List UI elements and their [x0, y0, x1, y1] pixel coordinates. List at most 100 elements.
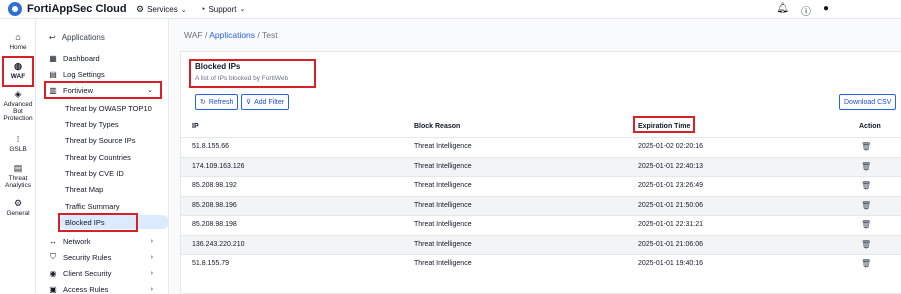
cell-block-reason: Threat Intelligence: [414, 162, 472, 170]
chevron-right-icon: ›: [150, 253, 153, 261]
column-header-block-reason[interactable]: Block Reason: [414, 123, 460, 130]
trash-icon[interactable]: 🗑︎: [861, 259, 871, 268]
brand-name: FortiAppSec Cloud: [27, 3, 127, 15]
support-menu[interactable]: ◔ Support ⌄: [200, 4, 245, 14]
fortiappsec-logo-icon: [8, 2, 22, 16]
cell-ip: 51.8.155.66: [192, 143, 229, 150]
rail-item-gslb[interactable]: ⁝ GSLB: [0, 134, 36, 153]
arrow-left-icon: ↩: [49, 33, 56, 42]
breadcrumb-applications-link[interactable]: Applications: [209, 30, 255, 40]
home-icon: ⌂: [15, 32, 21, 42]
breadcrumb-root[interactable]: WAF: [184, 30, 203, 40]
add-filter-button[interactable]: ⊽ Add Filter: [241, 94, 290, 110]
sidebar-item-fortiview[interactable]: ▥ Fortiview ⌄: [49, 83, 167, 97]
column-header-ip[interactable]: IP: [192, 123, 199, 130]
cell-expiration-time: 2025-01-01 21:50:06: [638, 201, 703, 209]
table-row: 85.208.98.192 Threat Intelligence 2025-01-…: [181, 176, 901, 196]
trash-icon[interactable]: 🗑︎: [861, 181, 871, 190]
help-icon[interactable]: ⓘ: [801, 3, 811, 18]
rail-item-bot-protection[interactable]: ◈ Advanced Bot Protection: [0, 89, 36, 123]
rail-item-threat-analytics[interactable]: ▤ Threat Analytics: [0, 163, 36, 190]
cell-block-reason: Threat Intelligence: [414, 221, 472, 228]
table-header: IP Block Reason Expiration Time Action: [181, 119, 901, 135]
sidebar-sub-label: Threat by Countries: [65, 152, 131, 162]
top-bar: FortiAppSec Cloud ⚙ Services ⌄ ◔ Support…: [0, 0, 901, 19]
lock-icon: ▣: [49, 284, 57, 294]
sidebar-item-network[interactable]: ↔ Network ›: [49, 234, 167, 248]
bot-icon: ◈: [14, 89, 22, 99]
rail-label: Advanced Bot Protection: [3, 100, 33, 123]
rail-item-home[interactable]: ⌂ Home: [0, 32, 36, 51]
column-header-action: Action: [859, 123, 881, 130]
left-rail: ⌂ Home ◍ WAF ◈ Advanced Bot Protection ⁝…: [0, 19, 36, 294]
table-row: 85.208.98.196 Threat Intelligence 2025-01-…: [181, 195, 901, 215]
sidebar-sub-types[interactable]: Threat by Types: [65, 117, 165, 131]
dashboard-icon: ▦: [49, 53, 57, 63]
refresh-button[interactable]: ↻ Refresh: [195, 94, 239, 110]
sidebar-item-label: Network: [63, 236, 91, 246]
cell-block-reason: Threat Intelligence: [414, 182, 472, 189]
services-icon: ⚙: [136, 4, 145, 14]
rail-label: Threat Analytics: [4, 174, 31, 190]
log-icon: ▤: [49, 69, 57, 79]
sidebar-item-client-security[interactable]: ◉ Client Security ›: [49, 266, 167, 280]
sidebar-sub-traffic-summary[interactable]: Traffic Summary: [65, 199, 165, 213]
cell-expiration-time: 2025-01-01 22:40:13: [638, 162, 703, 170]
download-csv-button[interactable]: Download CSV: [839, 94, 897, 110]
trash-icon[interactable]: 🗑︎: [861, 162, 871, 171]
sidebar-sub-source-ips[interactable]: Threat by Source IPs: [65, 133, 165, 147]
cell-ip: 51.8.155.79: [192, 260, 229, 267]
chevron-down-icon: ⌄: [180, 6, 187, 14]
trash-icon[interactable]: 🗑︎: [861, 142, 871, 151]
support-icon: ◔: [200, 4, 206, 14]
filter-icon: ⊽: [246, 99, 252, 106]
sidebar-item-label: Security Rules: [63, 252, 112, 262]
cell-expiration-time: 2025-01-01 19:40:16: [638, 260, 703, 267]
page-title: Blocked IPs: [195, 62, 241, 71]
chevron-right-icon: ›: [150, 237, 153, 245]
sidebar-sub-blocked-ips[interactable]: Blocked IPs: [59, 215, 169, 229]
user-icon[interactable]: ●: [823, 3, 829, 18]
sidebar-sub-countries[interactable]: Threat by Countries: [65, 150, 165, 164]
sidebar-item-label: Fortiview: [63, 85, 94, 95]
cell-expiration-time: 2025-01-01 22:31:21: [638, 221, 703, 228]
sidebar-item-security-rules[interactable]: ⛉ Security Rules ›: [49, 250, 167, 264]
refresh-label: Refresh: [208, 98, 234, 106]
download-csv-label: Download CSV: [844, 98, 892, 106]
bell-icon[interactable]: 🔔︎: [776, 3, 789, 18]
cell-block-reason: Threat Intelligence: [414, 143, 472, 150]
sidebar-item-log-settings[interactable]: ▤ Log Settings: [49, 67, 167, 81]
sidebar-item-label: Access Rules: [63, 284, 109, 294]
sidebar-sub-threat-map[interactable]: Threat Map: [65, 182, 165, 196]
cell-expiration-time: 2025-01-02 02:20:16: [638, 143, 703, 150]
top-right-icons: 🔔︎ ⓘ ●: [776, 3, 829, 18]
trash-icon[interactable]: 🗑︎: [861, 240, 871, 249]
rail-label: GSLB: [9, 145, 27, 153]
back-to-applications[interactable]: ↩ Applications: [49, 33, 105, 42]
cell-expiration-time: 2025-01-01 21:06:06: [638, 240, 703, 248]
bar-chart-icon: ▥: [49, 85, 57, 95]
table-row: 136.243.220.210 Threat Intelligence 2025-0…: [181, 234, 901, 254]
services-menu[interactable]: ⚙ Services ⌄: [136, 4, 187, 15]
rail-label: Home: [9, 43, 27, 51]
sidebar-item-label: Log Settings: [63, 69, 105, 79]
trash-icon[interactable]: 🗑︎: [861, 201, 871, 210]
secondary-sidebar: ↩ Applications ▦ Dashboard ▤ Log Setting…: [37, 19, 169, 294]
brand[interactable]: FortiAppSec Cloud: [8, 2, 127, 16]
chevron-right-icon: ›: [150, 285, 153, 293]
sidebar-sub-cve[interactable]: Threat by CVE ID: [65, 166, 165, 180]
sidebar-sub-label: Threat by Source IPs: [65, 135, 136, 145]
breadcrumb: WAF / Applications / Test: [184, 30, 278, 40]
sidebar-sub-owasp[interactable]: Threat by OWASP TOP10: [65, 101, 165, 115]
sidebar-item-access-rules[interactable]: ▣ Access Rules ›: [49, 282, 167, 294]
rail-item-general[interactable]: ⚙ General: [0, 198, 36, 217]
sidebar-item-dashboard[interactable]: ▦ Dashboard: [49, 51, 167, 65]
table-row: 174.109.163.126 Threat Intelligence 2025-0…: [181, 156, 901, 176]
blocked-ips-card: Blocked IPs A list of IPs blocked by For…: [180, 51, 901, 294]
cell-block-reason: Threat Intelligence: [414, 260, 472, 267]
sidebar-sub-label: Threat by OWASP TOP10: [65, 103, 152, 113]
cell-ip: 136.243.220.210: [192, 240, 245, 248]
trash-icon[interactable]: 🗑︎: [861, 220, 871, 229]
cell-block-reason: Threat Intelligence: [414, 240, 472, 248]
column-header-expiration-time[interactable]: Expiration Time: [638, 123, 690, 130]
